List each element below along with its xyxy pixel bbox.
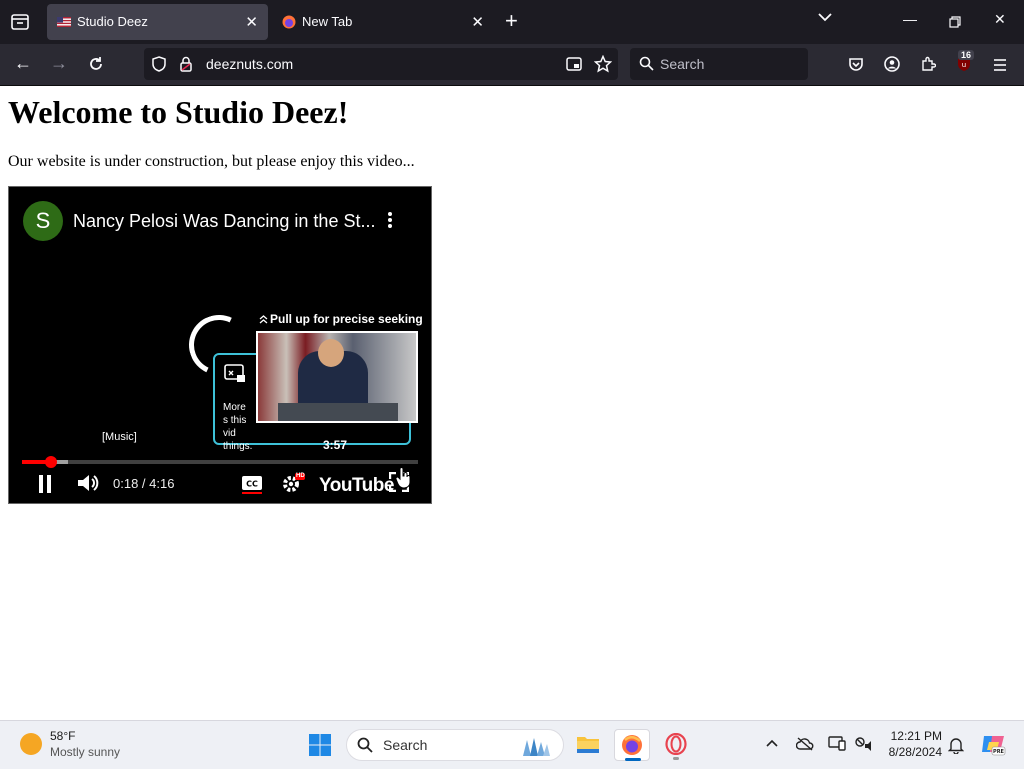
progress-bar[interactable] — [22, 456, 418, 468]
volume-icon[interactable] — [77, 473, 99, 493]
weather-condition[interactable]: Mostly sunny — [50, 745, 120, 759]
extension-badge: 16 — [958, 50, 975, 60]
extensions-icon[interactable] — [920, 56, 936, 72]
firefox-icon — [282, 15, 296, 29]
thumbnail-head — [318, 339, 344, 367]
hand-cursor-icon — [395, 467, 411, 489]
youtube-logo[interactable]: YouTube — [319, 475, 394, 497]
close-tab-icon[interactable]: ✕ — [245, 13, 258, 31]
search-highlight-icon — [523, 738, 550, 756]
weather-sun-icon[interactable] — [20, 733, 42, 755]
quality-badge: HD — [296, 473, 305, 479]
restore-icon[interactable] — [949, 16, 961, 28]
more-options-icon[interactable] — [387, 211, 393, 229]
account-icon[interactable] — [884, 56, 900, 72]
nav-bar: ← → deeznuts.com Search u 16 — [0, 44, 1024, 86]
bookmark-star-icon[interactable] — [594, 55, 612, 73]
address-bar[interactable]: deeznuts.com — [144, 48, 618, 80]
video-player[interactable]: S Nancy Pelosi Was Dancing in the St... … — [8, 186, 432, 504]
close-tab-icon[interactable]: ✕ — [471, 13, 484, 31]
network-volume-icon[interactable] — [854, 736, 872, 752]
thumbnail-podium — [278, 403, 398, 421]
page-heading: Welcome to Studio Deez! — [8, 94, 349, 130]
firefox-taskbar-icon[interactable] — [614, 729, 650, 761]
search-bar[interactable]: Search — [630, 48, 808, 80]
onedrive-offline-icon[interactable] — [796, 737, 814, 751]
tab-bar: Studio Deez ✕ New Tab ✕ + — ✕ — [0, 0, 1024, 44]
seek-preview-thumbnail — [256, 331, 418, 423]
notification-bell-icon[interactable] — [948, 736, 964, 754]
shield-icon[interactable] — [152, 56, 166, 72]
channel-avatar[interactable]: S — [23, 201, 63, 241]
pocket-icon[interactable] — [848, 56, 864, 72]
copilot-icon[interactable]: PRE — [980, 732, 1006, 756]
svg-text:PRE: PRE — [993, 749, 1005, 755]
search-icon — [639, 56, 654, 71]
reload-icon[interactable] — [88, 56, 104, 72]
weather-temperature[interactable]: 58°F — [50, 729, 75, 743]
time-display: 0:18 / 4:16 — [113, 476, 175, 491]
svg-text:u: u — [962, 61, 966, 69]
svg-text:CC: CC — [246, 480, 258, 489]
seek-hint: Pull up for precise seeking — [270, 312, 423, 326]
running-app-indicator — [673, 757, 679, 760]
minimize-icon[interactable]: — — [903, 11, 917, 27]
forward-icon[interactable]: → — [50, 53, 68, 74]
picture-in-picture-icon[interactable] — [566, 56, 582, 72]
taskbar-search[interactable]: Search — [346, 729, 564, 761]
firefox-view-icon[interactable] — [11, 14, 29, 30]
taskbar: 58°F Mostly sunny Search 12:21 PM 8/28/2… — [0, 720, 1024, 769]
us-flag-icon — [57, 17, 71, 27]
scrubber-handle[interactable] — [44, 456, 57, 468]
tab-title: New Tab — [302, 14, 353, 29]
search-placeholder: Search — [660, 56, 705, 72]
pause-icon[interactable] — [37, 474, 53, 494]
lock-icon[interactable] — [180, 56, 192, 72]
close-window-icon[interactable]: ✕ — [994, 11, 1006, 28]
new-tab-button[interactable]: + — [505, 8, 518, 34]
windows-start-icon[interactable] — [308, 733, 332, 757]
double-chevron-up-icon — [259, 315, 268, 324]
back-icon[interactable]: ← — [14, 53, 32, 74]
tab-title: Studio Deez — [77, 14, 148, 29]
tab-studio-deez[interactable]: Studio Deez ✕ — [47, 4, 268, 40]
tab-new-tab[interactable]: New Tab ✕ — [272, 4, 494, 40]
closed-captions-icon[interactable]: CC — [241, 474, 263, 494]
cast-icon — [224, 364, 245, 382]
active-app-indicator — [625, 758, 641, 761]
menu-icon[interactable] — [992, 58, 1008, 72]
search-icon — [357, 737, 373, 753]
url-text: deeznuts.com — [206, 56, 294, 72]
taskbar-search-placeholder: Search — [383, 737, 428, 753]
display-icon[interactable] — [828, 735, 846, 751]
card-text: More s this vid things. — [223, 402, 253, 452]
clock-time[interactable]: 12:21 PM — [880, 729, 942, 743]
chevron-down-icon[interactable] — [818, 12, 832, 22]
video-title[interactable]: Nancy Pelosi Was Dancing in the St... — [73, 211, 375, 232]
file-explorer-icon[interactable] — [570, 729, 606, 761]
caption-text: [Music] — [102, 431, 137, 443]
opera-icon[interactable] — [658, 729, 694, 761]
preview-time: 3:57 — [323, 438, 348, 452]
intro-text: Our website is under construction, but p… — [8, 153, 415, 170]
clock-date[interactable]: 8/28/2024 — [880, 745, 942, 759]
chevron-up-icon[interactable] — [766, 739, 778, 747]
